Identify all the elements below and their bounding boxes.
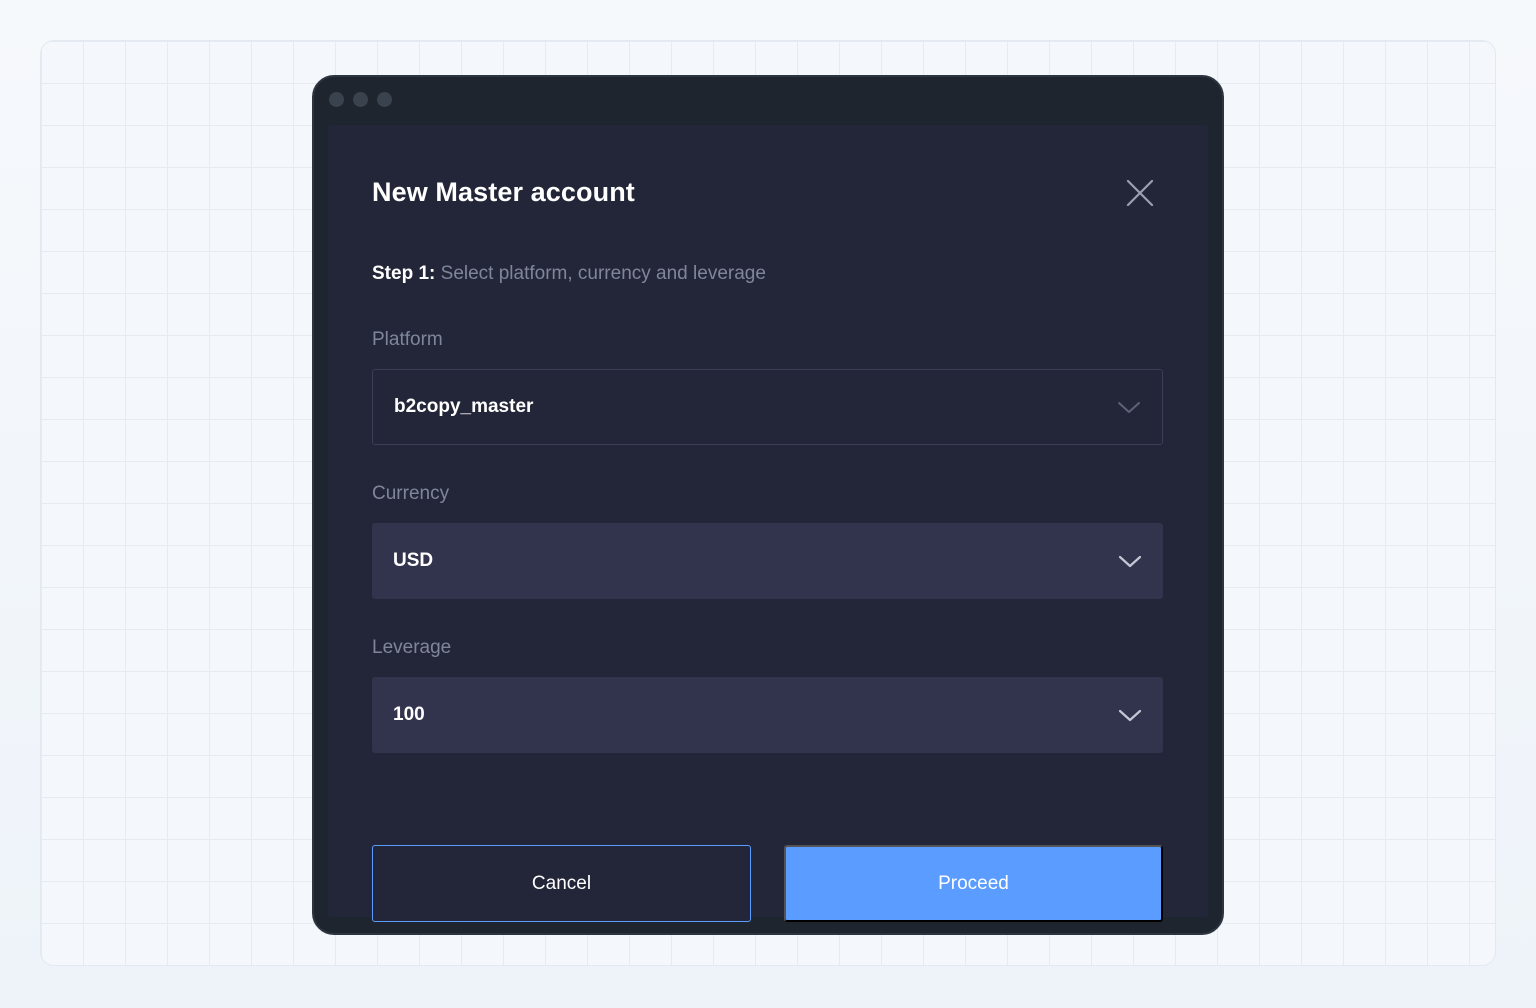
cancel-button[interactable]: Cancel [372,845,751,922]
platform-label: Platform [372,329,443,350]
platform-select[interactable]: b2copy_master [372,369,1163,445]
chevron-down-icon [1118,555,1142,568]
close-button[interactable] [1120,173,1160,213]
step-label: Step 1: [372,263,436,284]
new-master-account-dialog: New Master account Step 1: Select platfo… [328,125,1208,922]
chevron-down-icon [1118,402,1140,413]
window-dot-icon [353,92,368,107]
step-indicator: Step 1: Select platform, currency and le… [372,263,766,285]
close-icon [1126,179,1154,207]
dialog-title: New Master account [372,177,635,207]
window-dot-icon [329,92,344,107]
step-description: Select platform, currency and leverage [440,263,766,284]
proceed-button[interactable]: Proceed [784,845,1163,922]
currency-select[interactable]: USD [372,523,1163,599]
currency-label: Currency [372,483,450,504]
window-dot-icon [377,92,392,107]
leverage-label: Leverage [372,637,452,658]
app-window: New Master account Step 1: Select platfo… [312,75,1224,935]
leverage-select[interactable]: 100 [372,677,1163,753]
leverage-select-value: 100 [393,704,425,725]
platform-select-value: b2copy_master [394,396,534,417]
window-title-bar [314,77,1222,125]
currency-select-value: USD [393,550,434,571]
chevron-down-icon [1118,709,1142,722]
